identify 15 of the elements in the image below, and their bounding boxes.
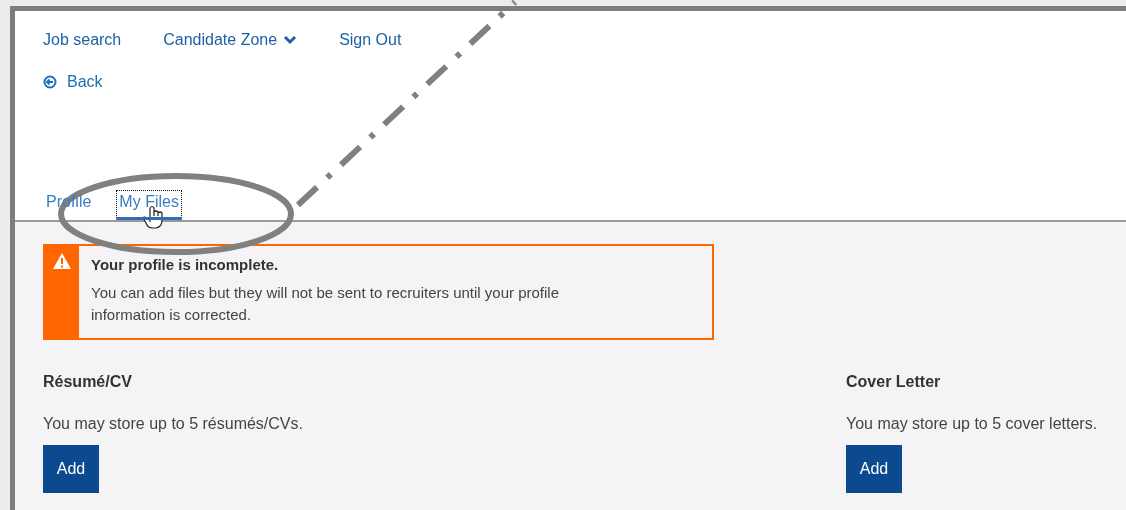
nav-link[interactable]: Job search [43, 31, 122, 49]
nav-link[interactable]: Sign Out [339, 31, 402, 49]
back-arrow-icon [43, 75, 57, 89]
section-heading: Résumé/CV [43, 373, 133, 391]
section-note: You may store up to 5 résumés/CVs. [43, 415, 304, 433]
back-link[interactable]: Back [67, 73, 103, 91]
section-note: You may store up to 5 cover letters. [846, 415, 1099, 433]
chevron-down-icon [283, 35, 298, 45]
add-button[interactable]: Add [846, 445, 902, 493]
alert-message: You can add files but they will not be sent to recruiters until your profile information is corrected. [91, 283, 561, 325]
warning-icon [52, 252, 72, 270]
alert-title: Your profile is incomplete. [91, 256, 280, 273]
nav-dropdown[interactable]: Candidate Zone [163, 31, 298, 49]
add-button[interactable]: Add [43, 445, 99, 493]
section-heading: Cover Letter [846, 373, 942, 391]
